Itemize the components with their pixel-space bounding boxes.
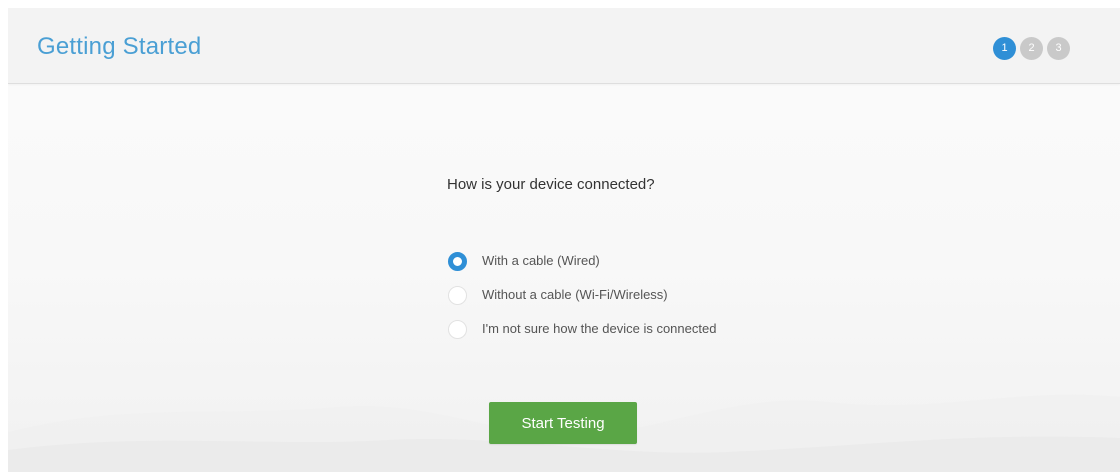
step-indicator: 1 2 3 xyxy=(993,37,1070,60)
option-not-sure[interactable]: I'm not sure how the device is connected xyxy=(448,312,716,346)
step-3-indicator: 3 xyxy=(1047,37,1070,60)
radio-not-sure[interactable] xyxy=(448,319,467,339)
step-1-indicator: 1 xyxy=(993,37,1016,60)
connection-options: With a cable (Wired) Without a cable (Wi… xyxy=(448,244,716,346)
start-testing-button[interactable]: Start Testing xyxy=(489,402,637,444)
option-wired-label[interactable]: With a cable (Wired) xyxy=(482,253,600,269)
connection-question: How is your device connected? xyxy=(447,176,655,193)
step-2-indicator: 2 xyxy=(1020,37,1043,60)
page-title: Getting Started xyxy=(37,33,202,60)
app-frame: Getting Started 1 2 3 How is your device… xyxy=(8,8,1120,472)
option-wireless-label[interactable]: Without a cable (Wi-Fi/Wireless) xyxy=(482,287,668,303)
radio-wired[interactable] xyxy=(448,251,467,271)
radio-wireless[interactable] xyxy=(448,285,467,305)
option-not-sure-label[interactable]: I'm not sure how the device is connected xyxy=(482,321,716,337)
option-wireless[interactable]: Without a cable (Wi-Fi/Wireless) xyxy=(448,278,716,312)
header-bar: Getting Started 1 2 3 xyxy=(8,8,1120,84)
option-wired[interactable]: With a cable (Wired) xyxy=(448,244,716,278)
